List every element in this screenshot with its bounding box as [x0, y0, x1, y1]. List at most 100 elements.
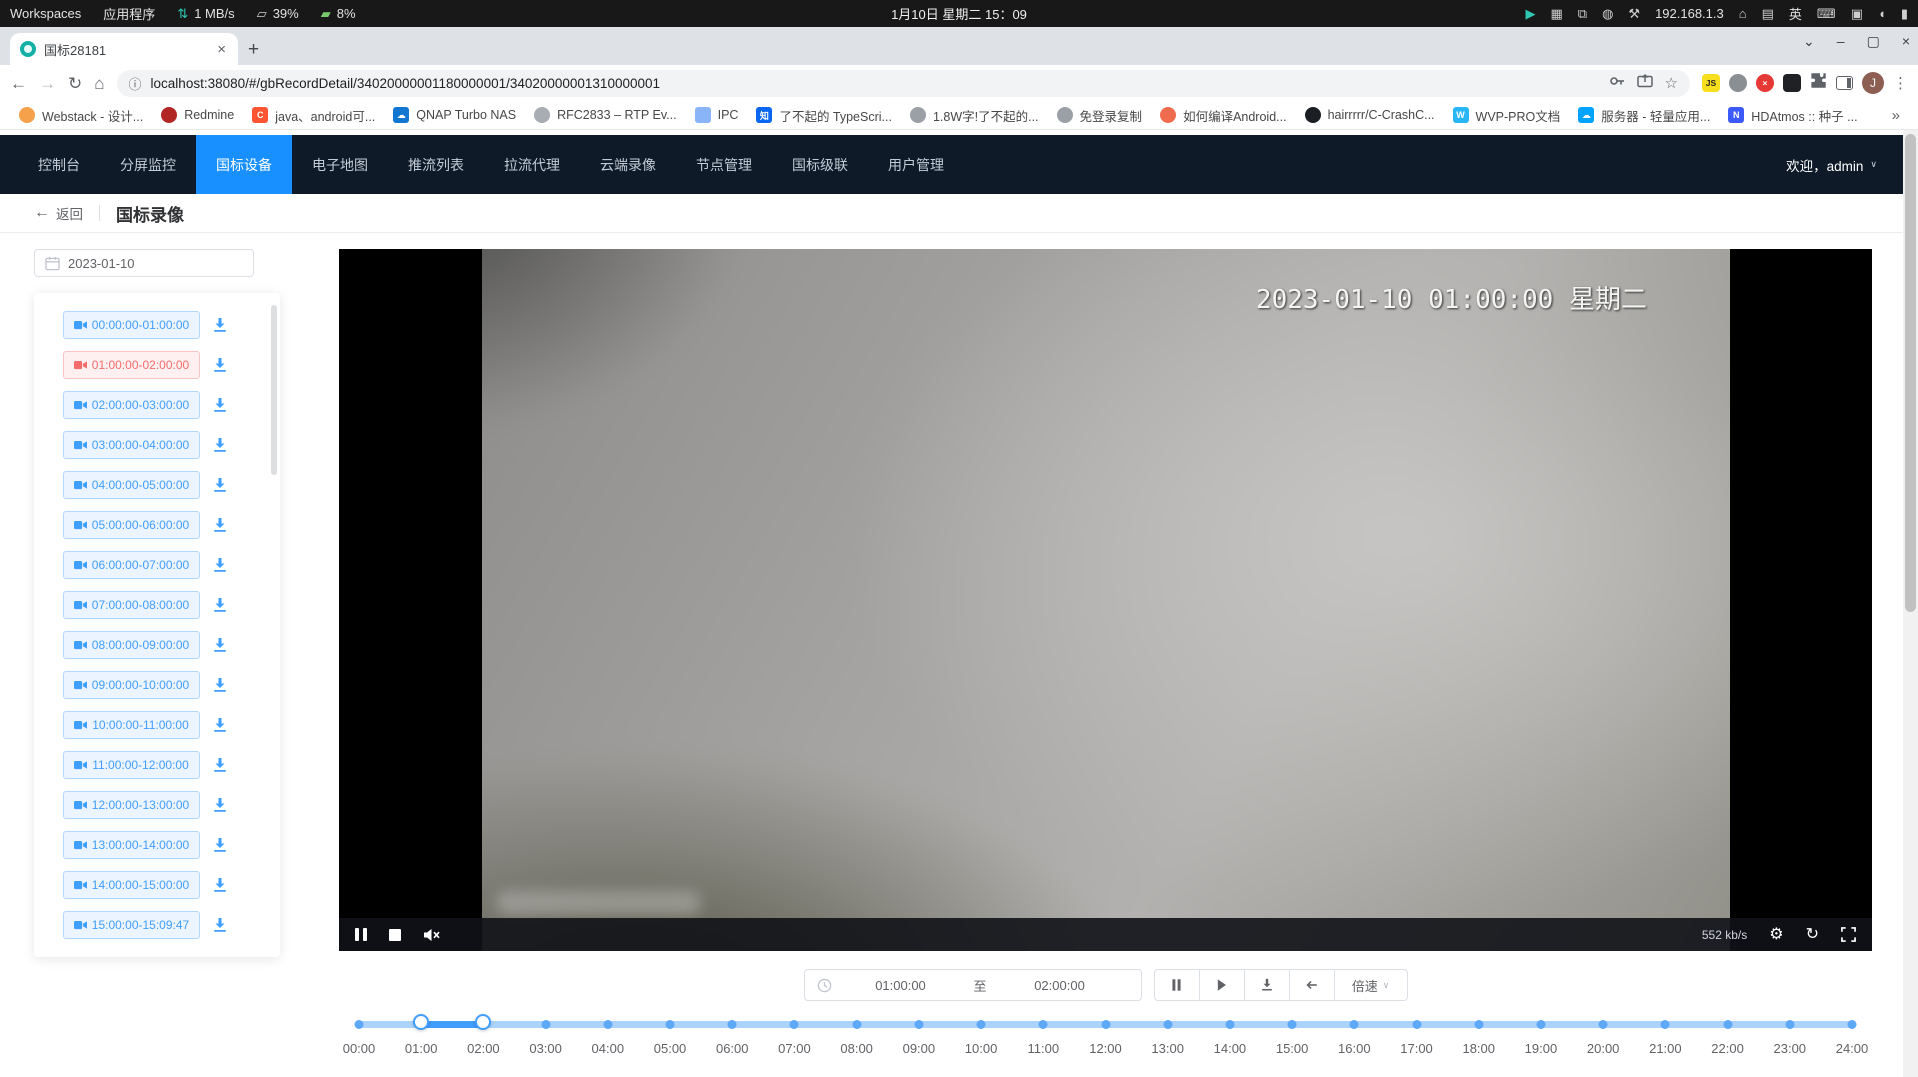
download-icon[interactable]	[212, 597, 228, 613]
seek-back-button[interactable]	[1289, 969, 1335, 1001]
tools-icon[interactable]: ⚒	[1628, 7, 1640, 20]
download-icon[interactable]	[212, 717, 228, 733]
tray-circle-icon[interactable]: ◍	[1602, 7, 1613, 20]
applications-button[interactable]: 应用程序	[103, 4, 155, 23]
download-icon[interactable]	[212, 637, 228, 653]
display-icon[interactable]: ▣	[1851, 7, 1863, 20]
back-icon[interactable]: ←	[10, 75, 27, 92]
side-panel-icon[interactable]	[1836, 76, 1853, 90]
segment-button[interactable]: 04:00:00-05:00:00	[63, 471, 200, 499]
extensions-puzzle-icon[interactable]	[1810, 72, 1827, 94]
timeline-tick[interactable]	[1723, 1020, 1732, 1029]
download-icon[interactable]	[212, 877, 228, 893]
scrollbar-thumb[interactable]	[1905, 134, 1916, 612]
download-icon[interactable]	[212, 677, 228, 693]
tab-search-icon[interactable]: ⌄	[1803, 33, 1815, 50]
date-picker-input[interactable]: 2023-01-10	[34, 249, 254, 277]
segment-button[interactable]: 13:00:00-14:00:00	[63, 831, 200, 859]
nav-tab[interactable]: 节点管理	[676, 135, 772, 194]
bookmark-item[interactable]: Redmine	[152, 104, 243, 126]
segment-button[interactable]: 07:00:00-08:00:00	[63, 591, 200, 619]
timeline-tick[interactable]	[1101, 1020, 1110, 1029]
bookmark-item[interactable]: W WVP-PRO文档	[1444, 103, 1570, 128]
timeline-tick[interactable]	[728, 1020, 737, 1029]
nav-tab[interactable]: 分屏监控	[100, 135, 196, 194]
download-icon[interactable]	[212, 917, 228, 933]
bookmark-item[interactable]: 知 了不起的 TypeScri...	[747, 103, 901, 128]
profile-avatar[interactable]: J	[1862, 72, 1884, 94]
ip-address[interactable]: 192.168.1.3	[1655, 6, 1724, 21]
volume-icon[interactable]: ◖	[1878, 7, 1886, 20]
timeline-tick[interactable]	[1848, 1020, 1857, 1029]
browser-home-icon[interactable]: ⌂	[94, 75, 104, 92]
extension-dark-icon[interactable]	[1783, 74, 1801, 92]
timeline-handle[interactable]	[413, 1014, 429, 1030]
page-scrollbar[interactable]	[1903, 130, 1918, 1077]
bookmark-item[interactable]: hairrrrr/C-CrashC...	[1296, 104, 1444, 126]
volume-muted-icon[interactable]	[423, 928, 441, 942]
timeline-tick[interactable]	[1785, 1020, 1794, 1029]
bookmark-item[interactable]: 如何编译Android...	[1151, 103, 1296, 128]
download-icon[interactable]	[212, 357, 228, 373]
window-maximize-icon[interactable]: ▢	[1867, 33, 1880, 50]
timeline-tick[interactable]	[355, 1020, 364, 1029]
bookmark-item[interactable]: Webstack - 设计...	[10, 103, 152, 128]
pause-button[interactable]	[1154, 969, 1200, 1001]
extension-red-icon[interactable]: ×	[1756, 74, 1774, 92]
nav-tab[interactable]: 国标级联	[772, 135, 868, 194]
segment-button[interactable]: 10:00:00-11:00:00	[63, 711, 200, 739]
browser-menu-icon[interactable]: ⋮	[1893, 74, 1908, 92]
timeline-tick[interactable]	[1163, 1020, 1172, 1029]
timeline-tick[interactable]	[1350, 1020, 1359, 1029]
timeline-tick[interactable]	[1536, 1020, 1545, 1029]
download-icon[interactable]	[212, 517, 228, 533]
range-start-time[interactable]: 01:00:00	[832, 978, 970, 993]
download-icon[interactable]	[212, 397, 228, 413]
media-play-icon[interactable]: ▶	[1525, 7, 1535, 20]
reload-icon[interactable]: ↻	[68, 75, 82, 92]
timeline-tick[interactable]	[852, 1020, 861, 1029]
segment-button[interactable]: 12:00:00-13:00:00	[63, 791, 200, 819]
timeline-tick[interactable]	[1225, 1020, 1234, 1029]
download-record-button[interactable]	[1244, 969, 1290, 1001]
player-pause-icon[interactable]	[355, 928, 367, 941]
download-icon[interactable]	[212, 477, 228, 493]
nav-tab[interactable]: 控制台	[18, 135, 100, 194]
play-button[interactable]	[1199, 969, 1245, 1001]
nav-tab[interactable]: 拉流代理	[484, 135, 580, 194]
tray-grid-icon[interactable]: ▦	[1550, 7, 1562, 20]
segment-button[interactable]: 11:00:00-12:00:00	[63, 751, 200, 779]
segment-button[interactable]: 08:00:00-09:00:00	[63, 631, 200, 659]
bookmark-item[interactable]: RFC2833 – RTP Ev...	[525, 104, 686, 126]
bookmark-item[interactable]: 1.8W字!了不起的...	[901, 103, 1048, 128]
segment-button[interactable]: 15:00:00-15:09:47	[63, 911, 200, 939]
forward-icon[interactable]: →	[39, 75, 56, 92]
window-close-icon[interactable]: ×	[1902, 33, 1910, 50]
extension-gray-icon[interactable]	[1729, 74, 1747, 92]
timeline-handle[interactable]	[475, 1014, 491, 1030]
download-icon[interactable]	[212, 837, 228, 853]
timeline-tick[interactable]	[914, 1020, 923, 1029]
segment-button[interactable]: 01:00:00-02:00:00	[63, 351, 200, 379]
bookmark-item[interactable]: IPC	[686, 104, 748, 126]
nav-tab[interactable]: 推流列表	[388, 135, 484, 194]
speed-dropdown[interactable]: 倍速 ∨	[1334, 969, 1408, 1001]
bookmarks-overflow-icon[interactable]: »	[1884, 107, 1908, 124]
nav-tab[interactable]: 电子地图	[292, 135, 388, 194]
window-minimize-icon[interactable]: –	[1837, 33, 1845, 50]
browser-tab[interactable]: 国标28181 ×	[10, 33, 238, 65]
segment-button[interactable]: 09:00:00-10:00:00	[63, 671, 200, 699]
player-settings-icon[interactable]: ⚙	[1769, 927, 1783, 943]
video-player[interactable]: 2023-01-10 01:00:00 星期二 552 kb/s ⚙ ↻	[339, 249, 1872, 951]
timeline-tick[interactable]	[1474, 1020, 1483, 1029]
bookmark-item[interactable]: ☁ QNAP Turbo NAS	[384, 104, 525, 126]
clock[interactable]: 1月10日 星期二 15：09	[891, 4, 1027, 23]
workspaces-button[interactable]: Workspaces	[10, 6, 81, 21]
share-icon[interactable]	[1637, 73, 1653, 93]
clipboard-icon[interactable]: ⧉	[1578, 7, 1587, 20]
keyboard-icon[interactable]: ⌨	[1817, 7, 1836, 20]
nav-tab[interactable]: 国标设备	[196, 135, 292, 194]
player-fullscreen-icon[interactable]	[1841, 927, 1856, 942]
battery-status-icon[interactable]: ▮	[1901, 7, 1908, 20]
time-range-input[interactable]: 01:00:00 至 02:00:00	[804, 969, 1142, 1001]
